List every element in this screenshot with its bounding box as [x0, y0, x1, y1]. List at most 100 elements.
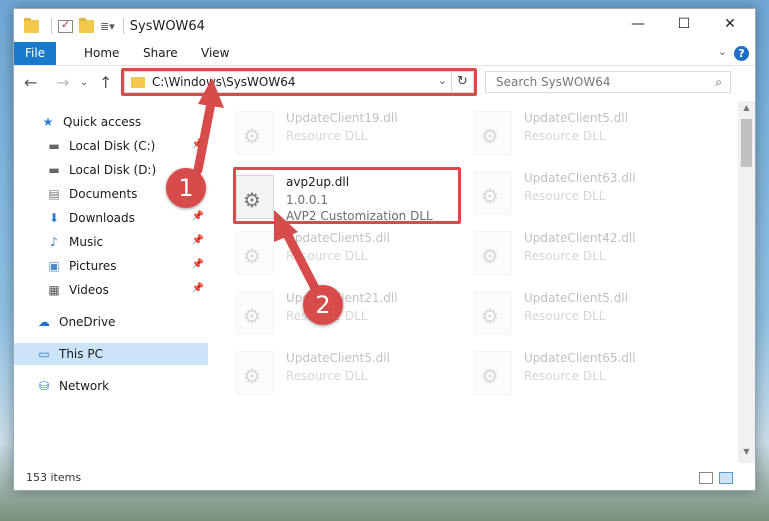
- quick-access-toolbar: ≣▾ SysWOW64: [24, 17, 205, 34]
- file-name: UpdateClient19.dll: [286, 111, 398, 125]
- title-bar: ≣▾ SysWOW64 — ☐ ✕: [14, 9, 755, 42]
- file-explorer-window: ≣▾ SysWOW64 — ☐ ✕ File Home Share View ⌄…: [13, 8, 756, 491]
- file-name: UpdateClient5.dll: [286, 351, 390, 365]
- tab-share[interactable]: Share: [143, 42, 178, 65]
- sidebar-item-label: Videos: [69, 283, 109, 297]
- file-name: UpdateClient63.dll: [524, 171, 636, 185]
- step1-badge: 1: [166, 168, 206, 208]
- pin-icon[interactable]: 📌: [192, 259, 204, 270]
- file-item[interactable]: ⚙ UpdateClient42.dll Resource DLL: [474, 227, 694, 279]
- drive-icon: ▬: [48, 163, 60, 177]
- file-type: Resource DLL: [524, 369, 606, 383]
- file-item[interactable]: ⚙ UpdateClient5.dll Resource DLL: [236, 347, 456, 399]
- folder-icon: [24, 17, 39, 33]
- sidebar-item-local-disk-c[interactable]: ▬ Local Disk (C:) 📌: [14, 135, 208, 157]
- pin-icon[interactable]: 📌: [192, 211, 204, 222]
- maximize-button[interactable]: ☐: [661, 9, 707, 39]
- status-bar: 153 items: [14, 467, 755, 489]
- drive-icon: ▬: [48, 139, 60, 153]
- file-item[interactable]: ⚙ UpdateClient65.dll Resource DLL: [474, 347, 694, 399]
- download-icon: ⬇: [48, 211, 60, 225]
- file-item[interactable]: ⚙ UpdateClient5.dll Resource DLL: [474, 287, 694, 339]
- sidebar-item-label: Music: [69, 235, 104, 249]
- sidebar-item-videos[interactable]: ▦ Videos 📌: [14, 279, 208, 301]
- close-button[interactable]: ✕: [707, 9, 753, 39]
- recent-locations-chevron-icon[interactable]: ⌄: [80, 77, 88, 88]
- file-list: ⚙ UpdateClient19.dll Resource DLL ⚙ Upda…: [226, 101, 726, 461]
- gear-icon: ⚙: [243, 364, 261, 388]
- file-name: UpdateClient5.dll: [286, 231, 390, 245]
- pictures-icon: ▣: [48, 259, 60, 273]
- dll-file-icon: ⚙: [236, 291, 274, 335]
- pin-icon[interactable]: 📌: [192, 235, 204, 246]
- file-item[interactable]: ⚙ UpdateClient63.dll Resource DLL: [474, 167, 694, 219]
- star-icon: ★: [42, 115, 54, 129]
- document-icon: ▤: [48, 187, 60, 201]
- navigation-bar: ← → ⌄ ↑ C:\Windows\SysWOW64 ⌄ ↻ Search S…: [14, 67, 755, 99]
- details-view-icon[interactable]: [699, 472, 713, 484]
- network-icon: ⛁: [38, 379, 50, 393]
- sidebar-item-label: Quick access: [63, 115, 142, 129]
- gear-icon: ⚙: [481, 244, 499, 268]
- gear-icon: ⚙: [243, 304, 261, 328]
- dll-file-icon: ⚙: [474, 171, 512, 215]
- scroll-up-icon[interactable]: ▲: [738, 103, 755, 117]
- file-item[interactable]: ⚙ UpdateClient5.dll Resource DLL: [474, 107, 694, 159]
- sidebar-item-label: Pictures: [69, 259, 117, 273]
- sidebar-item-network[interactable]: ⛁ Network: [14, 375, 208, 397]
- help-icon[interactable]: ?: [734, 46, 749, 61]
- file-name: UpdateClient65.dll: [524, 351, 636, 365]
- sidebar-item-label: Local Disk (C:): [69, 139, 156, 153]
- file-name: UpdateClient42.dll: [524, 231, 636, 245]
- sidebar-item-label: Local Disk (D:): [69, 163, 157, 177]
- dll-file-icon: ⚙: [474, 291, 512, 335]
- window-title: SysWOW64: [129, 18, 205, 34]
- tab-home[interactable]: Home: [84, 42, 119, 65]
- search-icon: ⌕: [715, 75, 722, 89]
- cloud-icon: ☁: [38, 315, 50, 329]
- pin-icon[interactable]: 📌: [192, 139, 204, 150]
- file-type: Resource DLL: [524, 309, 606, 323]
- file-type: Resource DLL: [286, 369, 368, 383]
- address-highlight-box: [121, 68, 477, 96]
- expand-ribbon-icon[interactable]: ⌄: [718, 45, 727, 58]
- file-type: Resource DLL: [286, 129, 368, 143]
- gear-icon: ⚙: [243, 124, 261, 148]
- vertical-scrollbar[interactable]: ▲ ▼: [738, 101, 755, 463]
- forward-arrow-icon[interactable]: →: [56, 73, 69, 92]
- tab-view[interactable]: View: [201, 42, 229, 65]
- file-item[interactable]: ⚙ UpdateClient21.dll Resource DLL: [236, 287, 456, 339]
- dll-file-icon: ⚙: [236, 111, 274, 155]
- file-highlight-box: [233, 167, 461, 224]
- new-folder-icon[interactable]: [79, 17, 94, 33]
- minimize-button[interactable]: —: [615, 9, 661, 39]
- file-name: UpdateClient5.dll: [524, 291, 628, 305]
- up-arrow-icon[interactable]: ↑: [99, 73, 112, 92]
- back-arrow-icon[interactable]: ←: [24, 73, 37, 92]
- sidebar-item-label: This PC: [59, 347, 103, 361]
- large-icons-view-icon[interactable]: [719, 472, 733, 484]
- sidebar-item-quick-access[interactable]: ★ Quick access: [14, 111, 208, 133]
- search-input[interactable]: Search SysWOW64 ⌕: [485, 71, 731, 93]
- tab-file[interactable]: File: [14, 42, 56, 65]
- ribbon-tabs: File Home Share View ⌄ ?: [14, 42, 755, 66]
- scroll-thumb[interactable]: [741, 119, 752, 167]
- sidebar-item-music[interactable]: ♪ Music 📌: [14, 231, 208, 253]
- sidebar-item-this-pc[interactable]: ▭ This PC: [14, 343, 208, 365]
- file-item[interactable]: ⚙ UpdateClient19.dll Resource DLL: [236, 107, 456, 159]
- properties-icon[interactable]: [58, 18, 73, 33]
- sidebar-item-downloads[interactable]: ⬇ Downloads 📌: [14, 207, 208, 229]
- sidebar-item-label: Documents: [69, 187, 138, 201]
- scroll-down-icon[interactable]: ▼: [738, 447, 755, 461]
- divider: [122, 18, 124, 34]
- pin-icon[interactable]: 📌: [192, 283, 204, 294]
- item-count: 153 items: [26, 471, 82, 484]
- sidebar-item-label: OneDrive: [59, 315, 116, 329]
- computer-icon: ▭: [38, 347, 50, 361]
- customize-toolbar-icon[interactable]: ≣▾: [100, 20, 115, 33]
- sidebar-item-label: Network: [59, 379, 110, 393]
- sidebar-item-pictures[interactable]: ▣ Pictures 📌: [14, 255, 208, 277]
- navigation-pane: ★ Quick access ▬ Local Disk (C:) 📌 ▬ Loc…: [14, 105, 208, 461]
- sidebar-item-onedrive[interactable]: ☁ OneDrive: [14, 311, 208, 333]
- file-item[interactable]: ⚙ UpdateClient5.dll Resource DLL: [236, 227, 456, 279]
